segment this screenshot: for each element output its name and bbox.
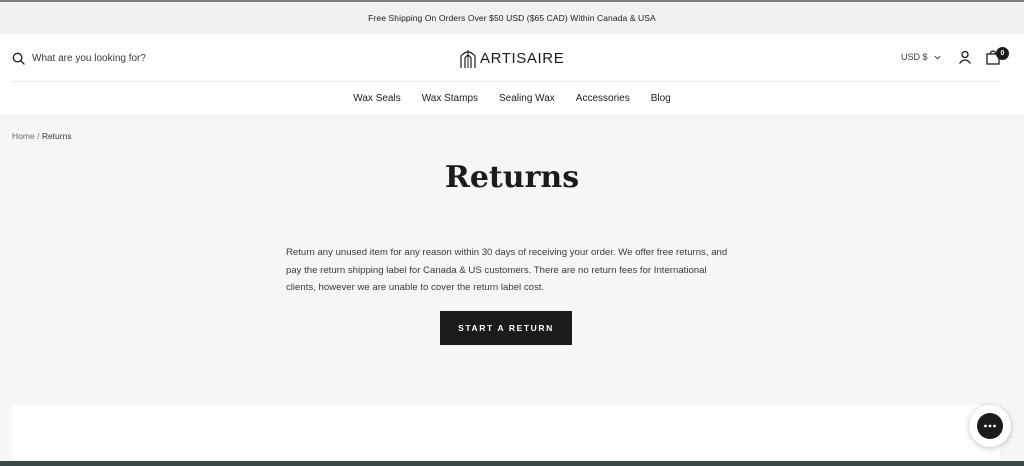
footer-strip xyxy=(0,461,1024,466)
search-bar[interactable] xyxy=(12,51,232,65)
nav-item-wax-seals[interactable]: Wax Seals xyxy=(353,93,400,104)
brand-name: ARTISAIRE xyxy=(480,49,565,67)
announcement-bar: Free Shipping On Orders Over $50 USD ($6… xyxy=(0,2,1024,34)
start-return-button[interactable]: START A RETURN xyxy=(440,311,572,345)
header-row: ARTISAIRE USD $ 0 xyxy=(12,34,1009,82)
content-panel xyxy=(12,405,1000,461)
search-icon[interactable] xyxy=(12,52,25,65)
breadcrumb-separator: / xyxy=(37,131,40,141)
cart-count-badge: 0 xyxy=(996,47,1009,60)
logo-mark-icon xyxy=(460,50,476,68)
currency-value: USD $ xyxy=(901,52,928,62)
breadcrumb-current: Returns xyxy=(41,131,72,141)
breadcrumb-home-link[interactable]: Home xyxy=(12,131,35,141)
search-input[interactable] xyxy=(32,52,232,64)
chevron-down-icon xyxy=(934,55,941,60)
brand-logo[interactable]: ARTISAIRE xyxy=(459,47,564,69)
nav-item-sealing-wax[interactable]: Sealing Wax xyxy=(499,93,555,104)
chat-dots-icon xyxy=(984,424,996,428)
main-nav: Wax Seals Wax Stamps Sealing Wax Accesso… xyxy=(0,82,1024,114)
currency-selector[interactable]: USD $ xyxy=(901,52,941,62)
account-icon[interactable] xyxy=(958,50,972,64)
site-header: ARTISAIRE USD $ 0 Wax Seals Wax Stamps S… xyxy=(0,34,1024,114)
nav-item-accessories[interactable]: Accessories xyxy=(576,93,630,104)
nav-item-wax-stamps[interactable]: Wax Stamps xyxy=(422,93,478,104)
chat-widget-button[interactable] xyxy=(969,405,1011,447)
page-title: Returns xyxy=(444,160,580,195)
chat-icon xyxy=(977,413,1003,439)
returns-description: Return any unused item for any reason wi… xyxy=(286,247,728,293)
announcement-text: Free Shipping On Orders Over $50 USD ($6… xyxy=(368,13,656,23)
breadcrumb: Home / Returns xyxy=(12,131,72,141)
nav-item-blog[interactable]: Blog xyxy=(651,93,671,104)
